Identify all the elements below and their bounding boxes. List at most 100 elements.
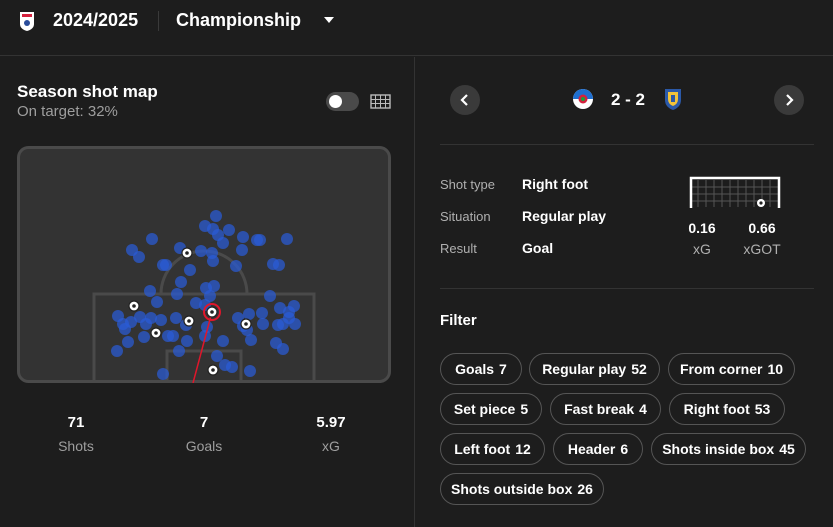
- shot-marker[interactable]: [264, 290, 276, 302]
- stat-value: 5.97: [316, 414, 346, 431]
- shot-marker[interactable]: [122, 336, 134, 348]
- shot-marker[interactable]: [230, 260, 242, 272]
- ball-patch: [154, 331, 158, 335]
- chip-count: 7: [499, 361, 507, 377]
- shot-marker[interactable]: [140, 318, 152, 330]
- filter-chip-set-piece[interactable]: Set piece 5: [440, 393, 542, 425]
- shot-marker[interactable]: [190, 297, 202, 309]
- shot-marker[interactable]: [210, 210, 222, 222]
- shot-marker[interactable]: [195, 245, 207, 257]
- shot-marker[interactable]: [157, 368, 169, 380]
- shot-marker[interactable]: [273, 259, 285, 271]
- shot-marker[interactable]: [170, 312, 182, 324]
- toggle-knob: [329, 95, 342, 108]
- season-label[interactable]: 2024/2025: [53, 10, 138, 31]
- stat-value: 71: [67, 414, 85, 431]
- caret-down-icon[interactable]: [322, 15, 336, 25]
- filter-chip-shots-outside-box[interactable]: Shots outside box 26: [440, 473, 604, 505]
- stat-xg: 5.97 xG: [291, 414, 371, 454]
- shot-marker[interactable]: [175, 276, 187, 288]
- shot-marker[interactable]: [223, 224, 235, 236]
- on-target-subtitle: On target: 32%: [17, 103, 118, 120]
- filter-chip-regular-play[interactable]: Regular play 52: [529, 353, 660, 385]
- shot-marker[interactable]: [181, 335, 193, 347]
- detail-value: Goal: [522, 240, 554, 256]
- chip-count: 10: [767, 361, 784, 377]
- shot-marker[interactable]: [281, 233, 293, 245]
- chip-label: Shots inside box: [662, 441, 775, 457]
- previous-shot-button[interactable]: [450, 85, 480, 115]
- shot-marker[interactable]: [211, 350, 223, 362]
- chip-count: 26: [577, 481, 593, 497]
- shot-marker[interactable]: [155, 314, 167, 326]
- chip-label: From corner: [679, 361, 763, 377]
- shot-marker[interactable]: [217, 335, 229, 347]
- shot-marker[interactable]: [270, 337, 282, 349]
- next-shot-button[interactable]: [774, 85, 804, 115]
- shot-map-title: Season shot map: [17, 82, 158, 101]
- shot-marker[interactable]: [226, 361, 238, 373]
- shot-marker[interactable]: [144, 285, 156, 297]
- chip-count: 6: [620, 441, 629, 457]
- pitch-grid-icon[interactable]: [370, 94, 391, 109]
- shot-marker[interactable]: [243, 308, 255, 320]
- ball-patch: [187, 319, 191, 323]
- chevron-right-icon: [786, 94, 794, 106]
- shot-marker[interactable]: [111, 345, 123, 357]
- chip-count: 4: [639, 401, 647, 417]
- filter-chip-shots-inside-box[interactable]: Shots inside box 45: [651, 433, 806, 465]
- stat-goals: 7 Goals: [164, 414, 244, 454]
- ball-patch: [211, 368, 215, 372]
- stat-shots: 71 Shots: [36, 414, 116, 454]
- chip-count: 5: [520, 401, 529, 417]
- xg-value: 0.16: [688, 220, 716, 236]
- chip-count: 45: [779, 441, 795, 457]
- filter-chip-goals[interactable]: Goals 7: [440, 353, 522, 385]
- divider: [440, 288, 814, 289]
- shot-marker[interactable]: [167, 330, 179, 342]
- divider: [158, 11, 159, 31]
- stat-label: xG: [322, 438, 340, 454]
- shot-marker[interactable]: [272, 319, 284, 331]
- shot-marker[interactable]: [244, 365, 256, 377]
- shot-marker[interactable]: [157, 259, 169, 271]
- filter-chip-header[interactable]: Header 6: [553, 433, 643, 465]
- detail-label: Shot type: [440, 177, 495, 192]
- shot-marker[interactable]: [206, 247, 218, 259]
- shot-marker[interactable]: [151, 296, 163, 308]
- shot-marker[interactable]: [251, 234, 263, 246]
- shot-marker[interactable]: [208, 280, 220, 292]
- shot-marker[interactable]: [184, 264, 196, 276]
- league-logo-icon: [20, 12, 34, 31]
- detail-value: Right foot: [522, 176, 589, 192]
- stat-value: 7: [199, 414, 209, 431]
- view-toggle[interactable]: [326, 92, 359, 111]
- filter-title: Filter: [440, 312, 477, 329]
- shot-marker[interactable]: [256, 307, 268, 319]
- shot-marker[interactable]: [171, 288, 183, 300]
- shot-marker[interactable]: [217, 237, 229, 249]
- chip-label: Left foot: [454, 441, 511, 457]
- shot-marker[interactable]: [138, 331, 150, 343]
- filter-chip-from-corner[interactable]: From corner 10: [668, 353, 795, 385]
- chip-label: Header: [567, 441, 616, 457]
- chip-label: Regular play: [542, 361, 627, 377]
- shot-map-pitch[interactable]: [17, 146, 391, 383]
- league-selector[interactable]: Championship: [176, 10, 301, 31]
- shot-marker[interactable]: [245, 334, 257, 346]
- shot-marker[interactable]: [236, 244, 248, 256]
- chevron-left-icon: [460, 94, 468, 106]
- shot-marker[interactable]: [133, 251, 145, 263]
- filter-chip-left-foot[interactable]: Left foot 12: [440, 433, 545, 465]
- shot-marker[interactable]: [237, 231, 249, 243]
- shot-marker[interactable]: [257, 318, 269, 330]
- shot-marker[interactable]: [146, 233, 158, 245]
- ball-patch: [132, 304, 136, 308]
- shot-marker[interactable]: [117, 318, 129, 330]
- filter-chip-right-foot[interactable]: Right foot 53: [669, 393, 785, 425]
- match-score: 2 - 2: [611, 90, 646, 109]
- shot-marker[interactable]: [173, 345, 185, 357]
- filter-chip-fast-break[interactable]: Fast break 4: [550, 393, 661, 425]
- chip-label: Fast break: [564, 401, 635, 417]
- top-bar: 2024/2025 Championship: [0, 0, 833, 56]
